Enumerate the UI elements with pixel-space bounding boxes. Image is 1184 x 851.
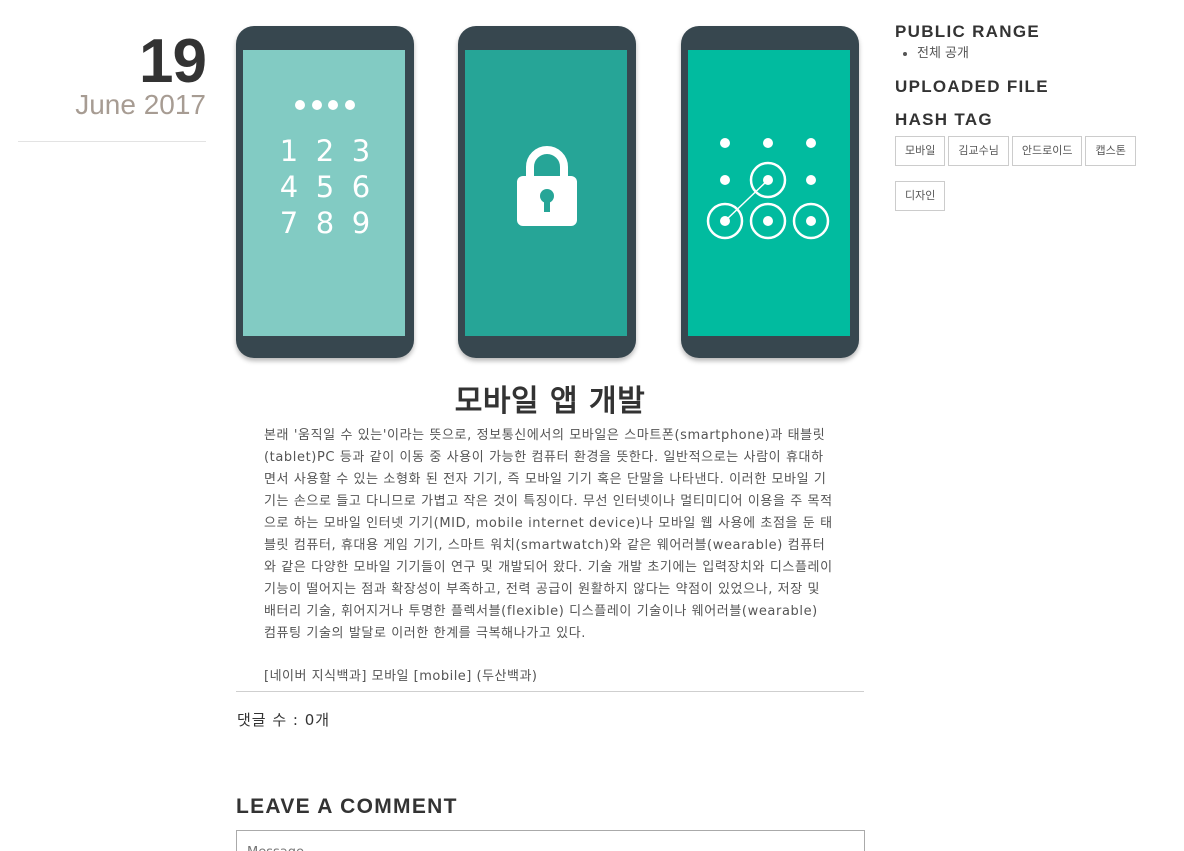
uploaded-file-heading: UPLOADED FILE: [895, 77, 1049, 96]
hash-tag-button[interactable]: 모바일: [895, 136, 946, 166]
hash-tag-heading: HASH TAG: [895, 110, 993, 129]
public-range-item: 전체 공개: [917, 45, 969, 63]
hash-tag-button[interactable]: 캡스톤: [1085, 136, 1136, 166]
keypad-digit: 4: [279, 170, 299, 204]
comment-message-input[interactable]: [236, 830, 865, 851]
pattern-lock-icon: [706, 138, 830, 240]
phone-lock-screen: [458, 26, 636, 358]
keypad-digit: 3: [351, 134, 371, 168]
post-source: [네이버 지식백과] 모바일 [mobile] (두산백과): [264, 669, 538, 684]
keypad-digit: 6: [351, 170, 371, 204]
keypad-digit: 8: [315, 206, 335, 240]
date-divider: [18, 141, 206, 142]
comment-count: 댓글 수 : 0개: [237, 711, 331, 729]
keypad-digit: 2: [315, 134, 335, 168]
post-date: 19 June 2017: [18, 27, 207, 120]
phone-pattern-screen: [681, 26, 859, 358]
hash-tag-button[interactable]: 디자인: [895, 181, 946, 211]
hash-tag-button[interactable]: 김교수님: [948, 136, 1009, 166]
keypad-digit: 7: [279, 206, 299, 240]
keypad-digit: 5: [315, 170, 335, 204]
hash-tag-button[interactable]: 안드로이드: [1011, 136, 1083, 166]
post-body: 본래 '움직일 수 있는'이라는 뜻으로, 정보통신에서의 모바일은 스마트폰(…: [264, 428, 833, 641]
date-month-year: June 2017: [75, 89, 206, 120]
date-day: 19: [139, 27, 207, 96]
pin-dots-icon: [295, 100, 355, 112]
padlock-icon: [517, 146, 577, 226]
hash-tag-list: 모바일 김교수님 안드로이드 캡스톤 디자인: [895, 136, 1165, 211]
post-title: 모바일 앱 개발: [454, 384, 646, 419]
leave-comment-heading: LEAVE A COMMENT: [236, 795, 458, 818]
keypad-digit: 1: [279, 134, 299, 168]
post-image: 1 2 3 4 5 6 7 8 9: [236, 26, 859, 360]
keypad: 1 2 3 4 5 6 7 8 9: [271, 136, 379, 238]
public-range-list: 전체 공개: [917, 45, 969, 63]
public-range-heading: PUBLIC RANGE: [895, 22, 1040, 41]
keypad-digit: 9: [351, 206, 371, 240]
post-divider: [236, 691, 864, 692]
phone-pin-screen: 1 2 3 4 5 6 7 8 9: [236, 26, 414, 358]
